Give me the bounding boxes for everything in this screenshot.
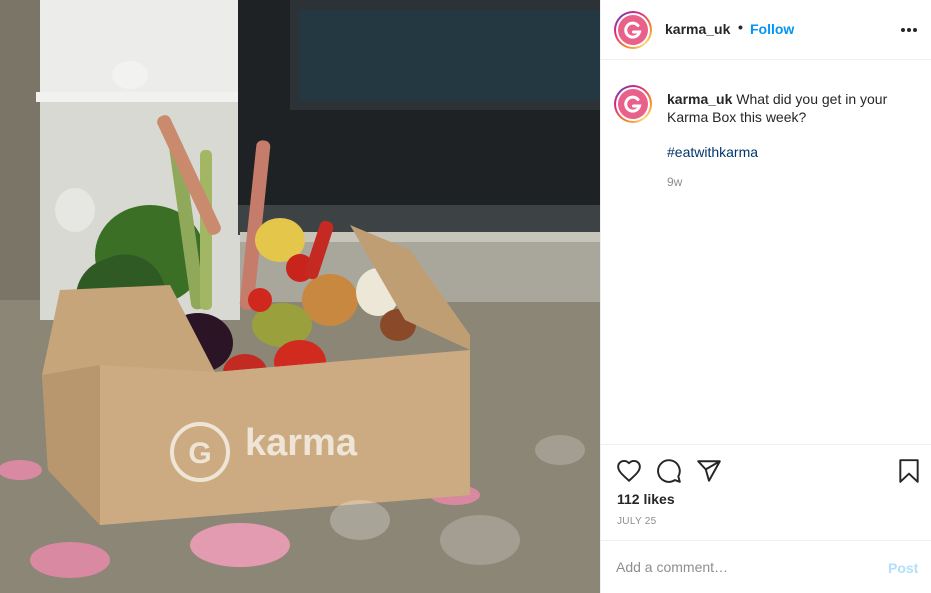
likes-count[interactable]: 112 likes [617, 491, 675, 507]
karma-logo-icon [624, 95, 642, 113]
comment-icon[interactable] [656, 458, 682, 484]
post-comment-button[interactable]: Post [888, 560, 918, 576]
comment-input[interactable] [616, 559, 856, 575]
caption-section: karma_uk What did you get in your Karma … [601, 61, 931, 444]
share-icon[interactable] [696, 458, 722, 484]
caption-username[interactable]: karma_uk [667, 91, 732, 107]
post-side-panel: karma_uk • Follow karma_uk What did you … [600, 0, 931, 593]
heart-icon[interactable] [616, 458, 642, 484]
header-separator: • [738, 19, 743, 35]
box-brand-text: karma [245, 422, 358, 464]
karma-logo-icon [624, 21, 642, 39]
post-date: JULY 25 [617, 516, 657, 527]
follow-button[interactable]: Follow [750, 21, 794, 37]
post-photo[interactable]: G karma [0, 0, 600, 593]
post-actions: 112 likes JULY 25 [601, 444, 931, 540]
header-username[interactable]: karma_uk [665, 21, 730, 37]
svg-text:G: G [188, 437, 211, 470]
caption-avatar[interactable] [614, 85, 652, 123]
caption-timestamp: 9w [667, 175, 683, 189]
more-horizontal-icon[interactable] [901, 22, 917, 36]
bookmark-icon[interactable] [896, 458, 922, 484]
hashtag-link[interactable]: #eatwithkarma [667, 144, 758, 160]
post-header: karma_uk • Follow [601, 0, 931, 60]
comment-bar: Post [601, 540, 931, 593]
caption-text: karma_uk What did you get in your Karma … [667, 90, 917, 126]
karma-box-photo: G karma [0, 0, 600, 593]
profile-avatar[interactable] [614, 11, 652, 49]
